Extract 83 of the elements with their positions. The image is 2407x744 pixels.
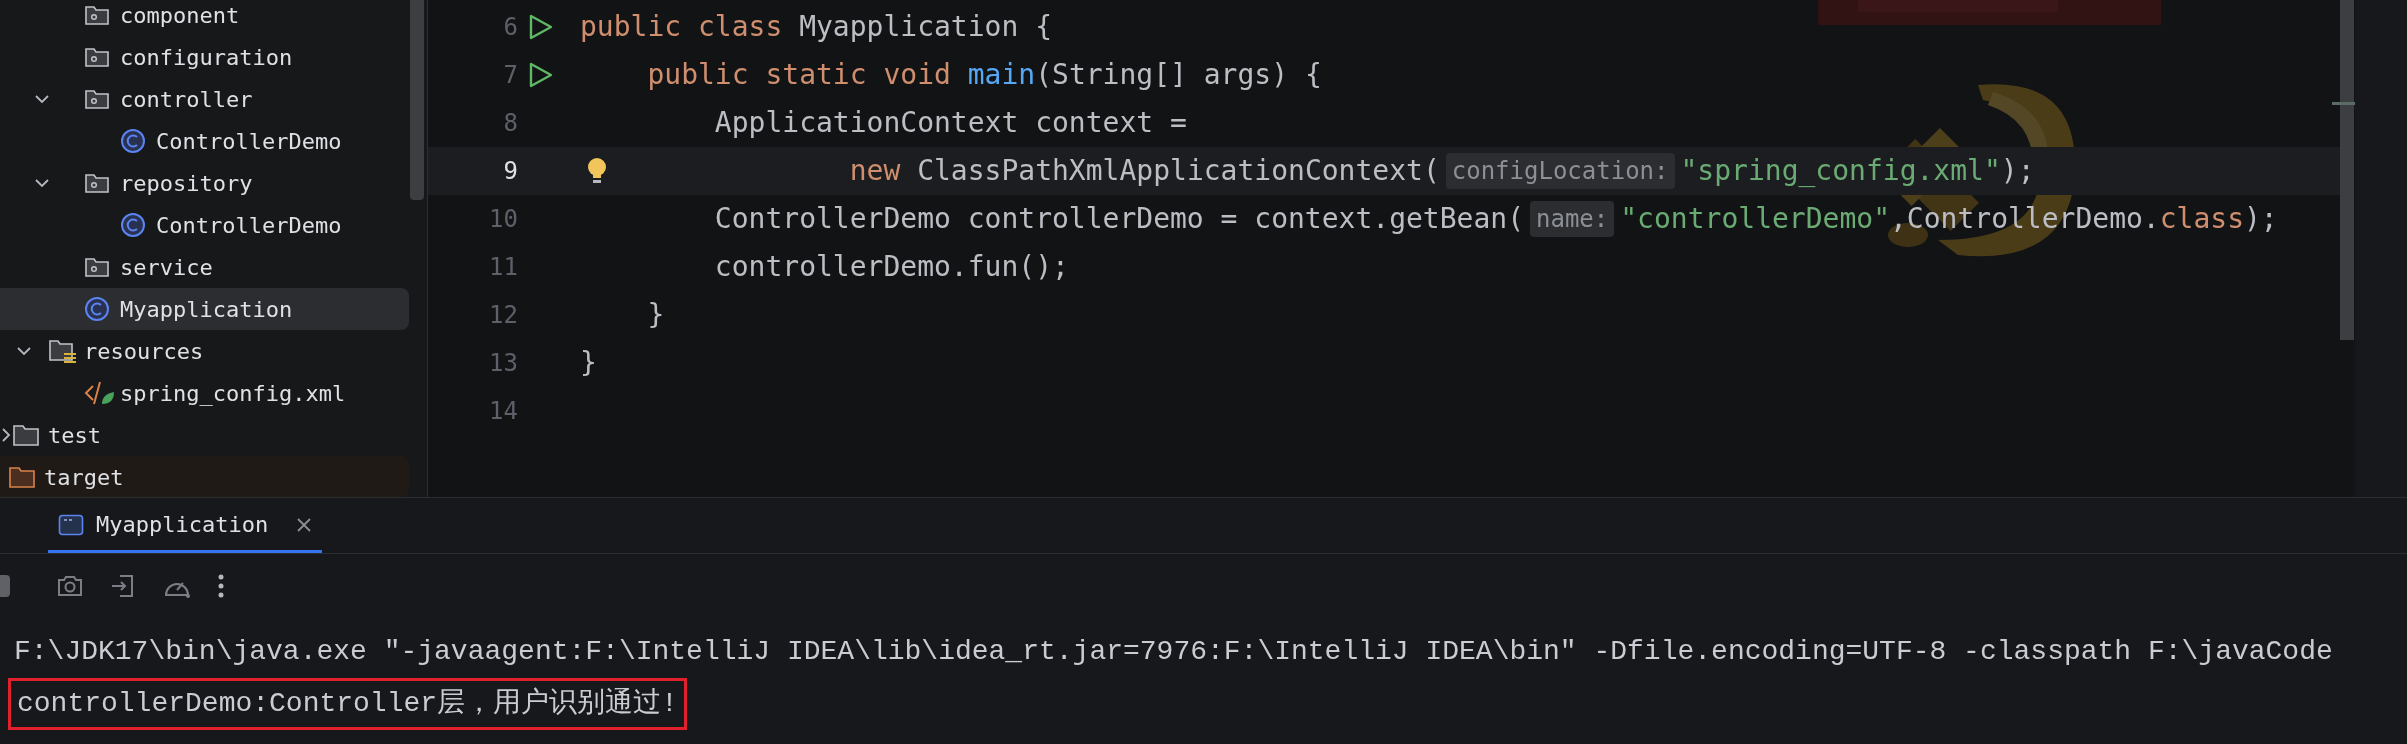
item-label: target — [44, 463, 124, 492]
code-token: ,ControllerDemo. — [1890, 201, 2160, 237]
lightbulb-icon[interactable] — [587, 157, 607, 185]
package-folder-icon — [84, 46, 110, 68]
line-number: 8 — [502, 108, 518, 139]
tree-item[interactable]: configuration — [0, 36, 409, 78]
tree-item[interactable]: component — [0, 0, 409, 36]
line-number: 9 — [502, 156, 518, 187]
chevron-down-icon[interactable] — [34, 94, 50, 104]
item-label: test — [48, 421, 101, 450]
code-token: ); — [2244, 201, 2278, 237]
code-token: ControllerDemo controllerDemo = context.getBean( — [714, 201, 1524, 237]
xml-leaf-icon — [84, 380, 116, 406]
code-token: class — [2159, 201, 2244, 237]
console-line: F:\JDK17\bin\java.exe "-javaagent:F:\IntelliJ IDEA\lib\idea_rt.jar=7976:F:\IntelliJ IDEA\bin" -Dfile.encoding=UTF-8 -classpath F:\javaCode — [14, 635, 2333, 669]
enter-icon[interactable] — [110, 573, 136, 599]
code-token: main — [967, 57, 1036, 93]
code-token: "controllerDemo" — [1620, 201, 1890, 237]
code-token: } — [580, 345, 597, 381]
tree-item[interactable]: target — [0, 456, 409, 497]
item-label: controller — [120, 85, 253, 114]
chevron-down-icon[interactable] — [16, 346, 32, 356]
parameter-hint: name: — [1530, 201, 1615, 237]
tree-item[interactable]: ControllerDemo — [0, 204, 409, 246]
run-icon[interactable] — [528, 13, 554, 41]
code-token: ApplicationContext context = — [714, 105, 1187, 141]
code-token: new — [849, 153, 902, 189]
item-label: configuration — [120, 43, 293, 72]
tree-item[interactable]: ControllerDemo — [0, 120, 409, 162]
item-label: ControllerDemo — [156, 127, 342, 156]
tree-item[interactable]: spring_config.xml — [0, 372, 409, 414]
package-folder-icon — [84, 172, 110, 194]
item-label: Myapplication — [120, 295, 293, 324]
run-icon[interactable] — [528, 61, 554, 89]
tree-item[interactable]: resources — [0, 330, 409, 372]
scrollbar[interactable] — [410, 0, 424, 200]
class-icon — [84, 296, 110, 322]
class-icon — [120, 212, 146, 238]
line-number: 12 — [488, 300, 518, 331]
package-folder-icon — [84, 88, 110, 110]
more-icon[interactable] — [218, 574, 224, 598]
item-label: spring_config.xml — [120, 379, 346, 408]
item-label: repository — [120, 169, 253, 198]
tree-item[interactable]: Myapplication — [0, 288, 409, 330]
chevron-down-icon[interactable] — [34, 178, 50, 188]
class-icon — [120, 128, 146, 154]
item-label: ControllerDemo — [156, 211, 342, 240]
scrollbar[interactable] — [2340, 0, 2354, 340]
terminal-icon — [58, 513, 84, 536]
code-token: ); — [2000, 153, 2035, 189]
tree-item[interactable]: service — [0, 246, 409, 288]
item-label: service — [120, 253, 213, 282]
code-token: ClassPathXmlApplicationContext( — [917, 153, 1440, 189]
code-token: controllerDemo.fun(); — [714, 249, 1069, 285]
code-token: public static void — [647, 57, 952, 93]
item-label: component — [120, 1, 240, 30]
line-number: 14 — [488, 396, 518, 427]
folder-icon — [12, 423, 40, 447]
tab-label: Myapplication — [96, 511, 269, 539]
scroll-marker — [2332, 102, 2356, 105]
run-tab[interactable]: Myapplication — [48, 499, 323, 553]
close-icon[interactable] — [296, 516, 313, 533]
tree-item[interactable]: controller — [0, 78, 409, 120]
code-token: public class — [580, 9, 784, 45]
code-token: } — [647, 297, 665, 333]
line-number: 7 — [502, 60, 518, 91]
folder-icon — [8, 465, 36, 489]
tree-item[interactable]: repository — [0, 162, 409, 204]
resource-folder-icon — [48, 338, 78, 364]
code-token: (String[] args) { — [1035, 57, 1322, 93]
code-token: "spring_config.xml" — [1680, 153, 2001, 189]
line-number: 13 — [488, 348, 518, 379]
line-number: 11 — [488, 252, 518, 283]
tree-item[interactable]: test — [0, 414, 409, 456]
code-token: Myapplication { — [799, 9, 1053, 45]
line-number: 10 — [488, 204, 518, 235]
item-label: resources — [84, 337, 204, 366]
package-folder-icon — [84, 4, 110, 26]
camera-icon[interactable] — [56, 574, 84, 598]
parameter-hint: configLocation: — [1445, 153, 1675, 189]
package-folder-icon — [84, 256, 110, 278]
line-number: 6 — [502, 12, 518, 43]
chevron-right-icon[interactable] — [1, 427, 11, 443]
